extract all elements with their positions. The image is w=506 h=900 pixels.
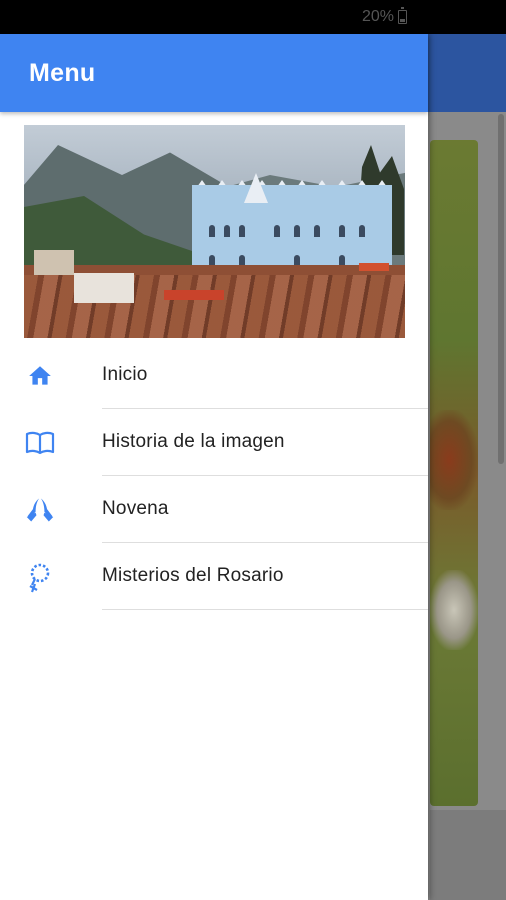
drawer-title: Menu — [29, 59, 96, 87]
rosary-icon — [25, 563, 55, 593]
menu-item-novena[interactable]: Novena — [0, 476, 428, 543]
menu-item-label: Novena — [102, 498, 169, 519]
navigation-drawer: Menu Inicio Historia de la imagen Novena… — [0, 34, 428, 900]
battery-percentage: 20% — [361, 8, 394, 25]
menu-item-label: Misterios del Rosario — [102, 565, 284, 586]
background-lower-area — [430, 810, 506, 900]
drawer-header: Menu — [0, 34, 428, 112]
home-icon — [25, 362, 55, 390]
battery-icon — [398, 7, 407, 24]
status-bar: 20% — [0, 0, 506, 34]
menu-item-inicio[interactable]: Inicio — [0, 342, 428, 409]
menu-item-label: Inicio — [102, 364, 148, 385]
drawer-menu: Inicio Historia de la imagen Novena Mist… — [0, 342, 428, 610]
menu-item-label: Historia de la imagen — [102, 431, 285, 452]
divider — [102, 609, 428, 610]
menu-item-misterios[interactable]: Misterios del Rosario — [0, 543, 428, 610]
book-icon — [25, 429, 55, 457]
praying-hands-icon — [25, 496, 55, 524]
menu-item-historia[interactable]: Historia de la imagen — [0, 409, 428, 476]
background-scrollbar — [498, 114, 504, 464]
background-image-card — [430, 140, 478, 806]
drawer-header-image — [24, 125, 405, 338]
